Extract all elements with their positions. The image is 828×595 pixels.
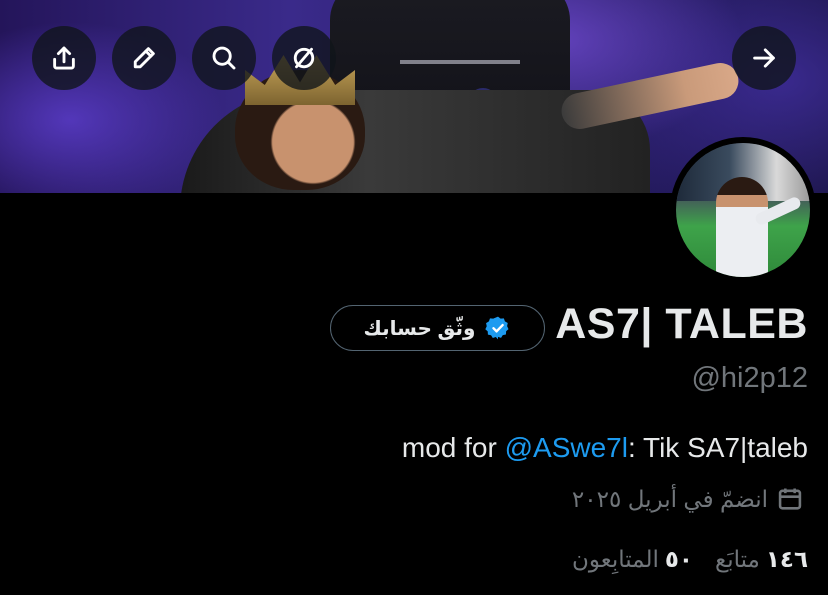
followers-link[interactable]: ٥٠ المتابِعون [572,546,693,573]
following-link[interactable]: ١٤٦ متابَع [715,546,808,573]
following-count: ١٤٦ [765,546,808,572]
followers-label: المتابِعون [571,546,659,572]
bio-prefix: mod for [401,432,505,463]
calendar-icon [778,488,802,510]
share-icon [53,46,75,70]
verify-account-label: وثّق حسابك [363,317,476,340]
avatar-image [676,143,810,277]
search-icon [212,46,236,70]
bio-suffix: : Tik SA7|taleb [627,432,808,463]
forward-icon [753,48,775,68]
avatar-person [716,177,768,277]
forward-button[interactable] [732,26,796,90]
profile-bio: mod for @ASwe7l: Tik SA7|taleb [402,432,808,464]
banner-jacket-stripe [400,60,520,64]
profile-stats: ١٤٦ متابَع ٥٠ المتابِعون [572,546,808,573]
bio-mention-link[interactable]: @ASwe7l [505,432,628,463]
share-button[interactable] [32,26,96,90]
user-handle: @hi2p12 [691,362,808,394]
banner-pointing-arm [558,59,742,133]
join-date-text: انضمّ في أبريل ٢٠٢٥ [571,485,768,512]
edit-icon [133,47,155,69]
verify-account-button[interactable]: وثّق حسابك [330,305,545,351]
avatar[interactable] [670,137,816,283]
hide-icon [293,47,315,69]
join-date: انضمّ في أبريل ٢٠٢٥ [572,485,804,513]
followers-count: ٥٠ [664,546,693,572]
verified-badge-icon [485,315,511,341]
edit-button[interactable] [112,26,176,90]
display-name: AS7| TALEB [555,300,808,348]
hide-button[interactable] [272,26,336,90]
search-button[interactable] [192,26,256,90]
following-label: متابَع [714,546,760,572]
